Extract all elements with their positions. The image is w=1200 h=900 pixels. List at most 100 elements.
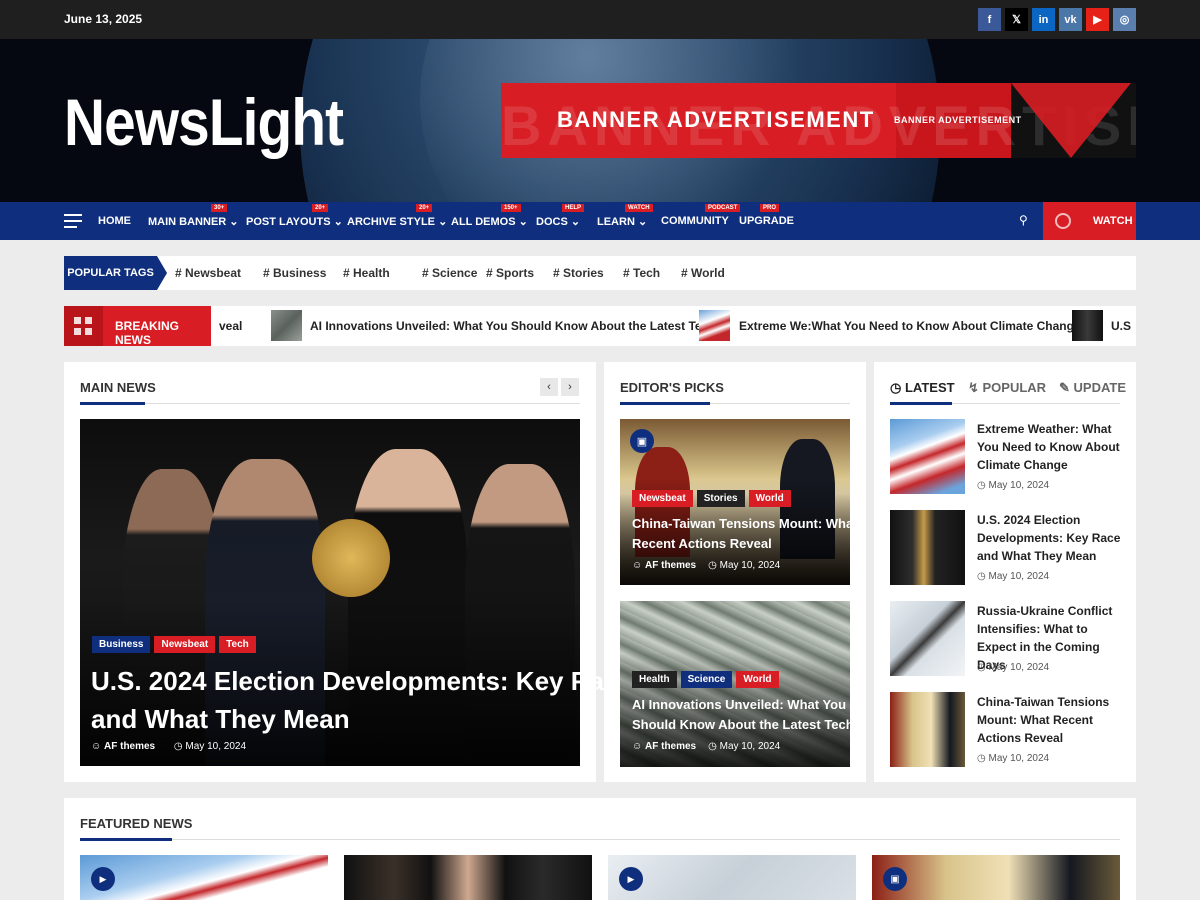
next-arrow-button[interactable]: › xyxy=(561,378,579,396)
current-date: June 13, 2025 xyxy=(64,12,143,26)
section-title: EDITOR'S PICKS xyxy=(620,380,724,395)
editors-pick-meta: ☺ AF themes ◷ May 10, 2024 xyxy=(632,560,781,571)
gallery-icon: ▣ xyxy=(630,429,654,453)
editors-pick-meta: ☺ AF themes ◷ May 10, 2024 xyxy=(632,741,781,752)
featured-post-thumbnail[interactable]: ▣ xyxy=(872,855,1120,900)
nav-community[interactable]: COMMUNITY PODCAST xyxy=(661,204,741,227)
x-twitter-icon[interactable]: 𝕏 xyxy=(1005,8,1028,31)
nav-upgrade[interactable]: UPGRADE PRO xyxy=(739,204,794,227)
editors-pick-title[interactable]: AI Innovations Unveiled: What You Should … xyxy=(632,695,854,735)
author-link[interactable]: AF themes xyxy=(645,741,696,752)
featured-post-thumbnail[interactable] xyxy=(344,855,592,900)
ticker-thumbnail[interactable] xyxy=(271,310,302,341)
nav-post-layouts[interactable]: POST LAYOUTS ⌄ 20+ xyxy=(246,204,343,228)
banner-advertisement[interactable]: BANNER ADVERTISEME BANNER ADVERTISEMENT … xyxy=(501,83,1136,158)
category-badge[interactable]: Stories xyxy=(696,490,745,507)
category-badge[interactable]: World xyxy=(748,490,791,507)
nav-badge: HELP xyxy=(562,204,585,212)
featured-post-thumbnail[interactable]: ▶ xyxy=(80,855,328,900)
play-ring-icon xyxy=(1055,213,1071,229)
ticker-thumbnail[interactable] xyxy=(699,310,730,341)
nav-badge: PRO xyxy=(760,204,780,212)
top-bar: June 13, 2025 f 𝕏 in vk ▶ ◎ xyxy=(0,0,1200,39)
post-title[interactable]: Extreme Weather: What You Need to Know A… xyxy=(977,420,1127,474)
tag-link[interactable]: # Health xyxy=(343,266,390,280)
social-links: f 𝕏 in vk ▶ ◎ xyxy=(978,8,1136,31)
popular-tags-label: POPULAR TAGS xyxy=(64,256,167,290)
tag-link[interactable]: # Tech xyxy=(623,266,660,280)
tab-latest[interactable]: ◷ LATEST xyxy=(890,380,955,396)
post-thumbnail[interactable] xyxy=(890,510,965,585)
nav-badge: 30+ xyxy=(211,204,228,212)
popular-tags-bar: POPULAR TAGS # Newsbeat # Business # Hea… xyxy=(64,256,1136,290)
post-date: ◷ May 10, 2024 xyxy=(977,480,1050,491)
post-date: ◷ May 10, 2024 xyxy=(977,753,1050,764)
youtube-icon[interactable]: ▶ xyxy=(1086,8,1109,31)
nav-learn[interactable]: LEARN ⌄ WATCH xyxy=(597,204,653,228)
nav-docs[interactable]: DOCS ⌄ HELP xyxy=(536,204,585,228)
ticker-item[interactable]: AI Innovations Unveiled: What You Should… xyxy=(310,319,716,333)
tab-popular[interactable]: ↯ POPULAR xyxy=(968,380,1046,396)
nav-badge: WATCH xyxy=(625,204,653,212)
play-icon: ▶ xyxy=(619,867,643,891)
category-badge[interactable]: Newsbeat xyxy=(154,636,216,653)
featured-post-thumbnail[interactable]: ▶ xyxy=(608,855,856,900)
tab-update[interactable]: ✎ UPDATE xyxy=(1059,380,1126,396)
play-icon: ▶ xyxy=(91,867,115,891)
author-link[interactable]: AF themes xyxy=(645,560,696,571)
gallery-icon: ▣ xyxy=(883,867,907,891)
editors-pick-title[interactable]: China-Taiwan Tensions Mount: What Recent … xyxy=(632,514,858,554)
main-navigation: HOME MAIN BANNER ⌄ 30+ POST LAYOUTS ⌄ 20+ … xyxy=(0,202,1200,240)
tag-link[interactable]: # Business xyxy=(263,266,326,280)
ticker-item[interactable]: veal xyxy=(219,319,242,333)
clock-icon: ◷ xyxy=(173,741,186,752)
watch-button[interactable]: WATCH xyxy=(1043,202,1136,240)
post-title[interactable]: U.S. 2024 Election Developments: Key Rac… xyxy=(977,511,1127,565)
category-badge[interactable]: Newsbeat xyxy=(632,490,693,507)
post-thumbnail[interactable] xyxy=(890,601,965,676)
prev-arrow-button[interactable]: ‹ xyxy=(540,378,558,396)
tag-link[interactable]: # Stories xyxy=(553,266,604,280)
category-badge[interactable]: World xyxy=(736,671,779,688)
nav-archive-style[interactable]: ARCHIVE STYLE ⌄ 20+ xyxy=(347,204,447,228)
linkedin-icon[interactable]: in xyxy=(1032,8,1055,31)
tag-link[interactable]: # Science xyxy=(422,266,477,280)
post-date: ◷ May 10, 2024 xyxy=(977,571,1050,582)
grid-icon xyxy=(64,306,103,346)
ticker-thumbnail[interactable] xyxy=(1072,310,1103,341)
breaking-news-label: BREAKING NEWS xyxy=(64,306,211,346)
main-news-headline[interactable]: U.S. 2024 Election Developments: Key Rac… xyxy=(91,662,633,738)
award-medal-image xyxy=(312,519,390,597)
tag-link[interactable]: # Newsbeat xyxy=(175,266,241,280)
nav-main-banner[interactable]: MAIN BANNER ⌄ 30+ xyxy=(148,204,239,228)
editors-pick-categories: Newsbeat Stories World xyxy=(632,488,795,507)
search-icon[interactable]: ⚲ xyxy=(1019,213,1028,227)
post-thumbnail[interactable] xyxy=(890,692,965,767)
watch-label: WATCH xyxy=(1093,215,1133,227)
user-icon: ☺ xyxy=(91,741,104,752)
tag-link[interactable]: # Sports xyxy=(486,266,534,280)
site-logo[interactable]: NewsLight xyxy=(64,84,344,160)
category-badge[interactable]: Business xyxy=(92,636,151,653)
post-title[interactable]: China-Taiwan Tensions Mount: What Recent… xyxy=(977,693,1127,747)
breaking-news-ticker: BREAKING NEWS veal AI Innovations Unveil… xyxy=(64,306,1136,346)
nav-all-demos[interactable]: ALL DEMOS ⌄ 150+ xyxy=(451,204,528,228)
post-date: May 10, 2024 xyxy=(719,560,781,571)
category-badge[interactable]: Health xyxy=(632,671,677,688)
post-date: ◷ May 10, 2024 xyxy=(977,662,1050,673)
author-link[interactable]: AF themes xyxy=(104,741,155,752)
main-news-categories: Business Newsbeat Tech xyxy=(92,634,260,653)
facebook-icon[interactable]: f xyxy=(978,8,1001,31)
category-badge[interactable]: Tech xyxy=(219,636,256,653)
tag-link[interactable]: # World xyxy=(681,266,725,280)
category-badge[interactable]: Science xyxy=(680,671,733,688)
banner-small-text: BANNER ADVERTISEMENT xyxy=(894,115,1022,125)
ticker-item[interactable]: Extreme We:What You Need to Know About C… xyxy=(739,319,1081,333)
nav-badge: 20+ xyxy=(312,204,329,212)
vk-icon[interactable]: vk xyxy=(1059,8,1082,31)
menu-hamburger-icon[interactable] xyxy=(64,214,82,232)
ticker-item[interactable]: U.S xyxy=(1111,319,1131,333)
nav-home[interactable]: HOME xyxy=(98,215,131,227)
instagram-icon[interactable]: ◎ xyxy=(1113,8,1136,31)
post-thumbnail[interactable] xyxy=(890,419,965,494)
